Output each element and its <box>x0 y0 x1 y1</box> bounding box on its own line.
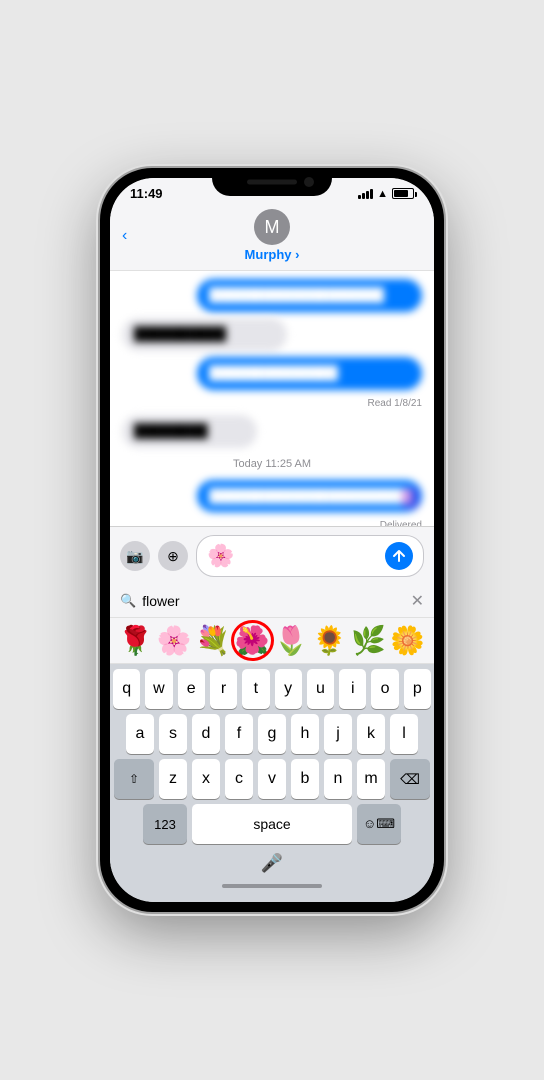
contact-name: Murphy <box>245 247 300 262</box>
key-l[interactable]: l <box>390 714 418 754</box>
key-u[interactable]: u <box>307 669 334 709</box>
key-v[interactable]: v <box>258 759 286 799</box>
sent-message-bubble: ██████████████████████ <box>197 480 422 513</box>
key-w[interactable]: w <box>145 669 172 709</box>
key-y[interactable]: y <box>275 669 302 709</box>
emoji-result-cherry-blossom[interactable]: 🌸 <box>157 624 192 657</box>
keyboard-row-1: q w e r t y u i o p <box>110 664 434 709</box>
key-g[interactable]: g <box>258 714 286 754</box>
key-x[interactable]: x <box>192 759 220 799</box>
delete-key[interactable]: ⌫ <box>390 759 430 799</box>
emoji-result-hibiscus[interactable]: 🌺 <box>235 624 270 657</box>
shift-key[interactable]: ⇧ <box>114 759 154 799</box>
camera-icon: 📷 <box>126 548 143 565</box>
key-b[interactable]: b <box>291 759 319 799</box>
key-c[interactable]: c <box>225 759 253 799</box>
emoji-result-sunflower[interactable]: 🌻 <box>312 624 347 657</box>
message-meta-read: Read 1/8/21 <box>122 398 422 409</box>
emoji-result-tulip[interactable]: 🌷 <box>274 624 309 657</box>
emoji-result-rose[interactable]: 🌹 <box>118 624 153 657</box>
signal-bars-icon <box>358 189 373 199</box>
key-t[interactable]: t <box>242 669 269 709</box>
key-p[interactable]: p <box>404 669 431 709</box>
search-icon: 🔍 <box>120 593 136 609</box>
keyboard: q w e r t y u i o p a s d f g h j k <box>110 664 434 849</box>
notch-speaker <box>247 180 297 185</box>
keyboard-row-3: ⇧ z x c v b n m ⌫ <box>110 754 434 799</box>
sent-message-bubble: ███████████████████ <box>197 279 422 312</box>
key-f[interactable]: f <box>225 714 253 754</box>
emoji-search-input[interactable] <box>142 593 410 609</box>
keyboard-row-4: 123 space ☺⌨ <box>110 799 434 849</box>
message-timestamp: Today 11:25 AM <box>122 458 422 470</box>
battery-icon <box>392 188 414 199</box>
messages-area: ███████████████████ ██████████ █████████… <box>110 271 434 526</box>
received-message-bubble: ██████████ <box>122 318 287 351</box>
apps-button[interactable]: ⊕ <box>158 541 188 571</box>
key-e[interactable]: e <box>178 669 205 709</box>
send-icon <box>392 549 406 563</box>
sent-message-bubble: ██████████████ <box>197 357 422 390</box>
emoji-results-row: 🌹 🌸 💐 🌺 🌷 🌻 🌿 🌼 <box>110 618 434 664</box>
clear-search-button[interactable]: ✕ <box>411 591 424 611</box>
microphone-icon[interactable]: 🎤 <box>261 853 283 874</box>
key-z[interactable]: z <box>159 759 187 799</box>
input-emoji-content: 🌸 <box>207 543 234 569</box>
input-area: 📷 ⊕ 🌸 <box>110 526 434 585</box>
key-r[interactable]: r <box>210 669 237 709</box>
received-message-bubble: ████████ <box>122 415 257 448</box>
key-m[interactable]: m <box>357 759 385 799</box>
contact-header[interactable]: M Murphy <box>245 209 300 262</box>
key-q[interactable]: q <box>113 669 140 709</box>
key-k[interactable]: k <box>357 714 385 754</box>
message-row: ██████████████████████ <box>122 480 422 513</box>
wifi-icon: ▲ <box>377 188 388 200</box>
emoji-result-herb[interactable]: 🌿 <box>351 624 386 657</box>
key-i[interactable]: i <box>339 669 366 709</box>
notch-camera <box>304 177 314 187</box>
nav-header: ‹ M Murphy <box>110 205 434 271</box>
key-n[interactable]: n <box>324 759 352 799</box>
numbers-key[interactable]: 123 <box>143 804 187 844</box>
home-bar-area <box>110 876 434 902</box>
key-j[interactable]: j <box>324 714 352 754</box>
key-d[interactable]: d <box>192 714 220 754</box>
emoji-keyboard-key[interactable]: ☺⌨ <box>357 804 401 844</box>
key-s[interactable]: s <box>159 714 187 754</box>
back-button[interactable]: ‹ <box>122 227 127 245</box>
message-input-box[interactable]: 🌸 <box>196 535 424 577</box>
emoji-search-bar: 🔍 ✕ <box>110 585 434 618</box>
send-button[interactable] <box>385 542 413 570</box>
message-row: ██████████████ <box>122 357 422 390</box>
emoji-result-blossom[interactable]: 🌼 <box>390 624 425 657</box>
key-o[interactable]: o <box>371 669 398 709</box>
key-a[interactable]: a <box>126 714 154 754</box>
keyboard-row-2: a s d f g h j k l <box>110 709 434 754</box>
status-icons: ▲ <box>358 188 414 200</box>
notch <box>212 168 332 196</box>
message-row: ███████████████████ <box>122 279 422 312</box>
emoji-result-bouquet[interactable]: 💐 <box>196 624 231 657</box>
home-indicator <box>222 884 322 888</box>
status-time: 11:49 <box>130 186 163 201</box>
phone-screen: 11:49 ▲ ‹ M Murphy <box>110 178 434 902</box>
contact-avatar: M <box>254 209 290 245</box>
phone-frame: 11:49 ▲ ‹ M Murphy <box>100 168 444 912</box>
apps-icon: ⊕ <box>167 548 179 565</box>
message-row: ████████ <box>122 415 422 448</box>
space-key[interactable]: space <box>192 804 352 844</box>
message-row: ██████████ <box>122 318 422 351</box>
camera-button[interactable]: 📷 <box>120 541 150 571</box>
key-h[interactable]: h <box>291 714 319 754</box>
